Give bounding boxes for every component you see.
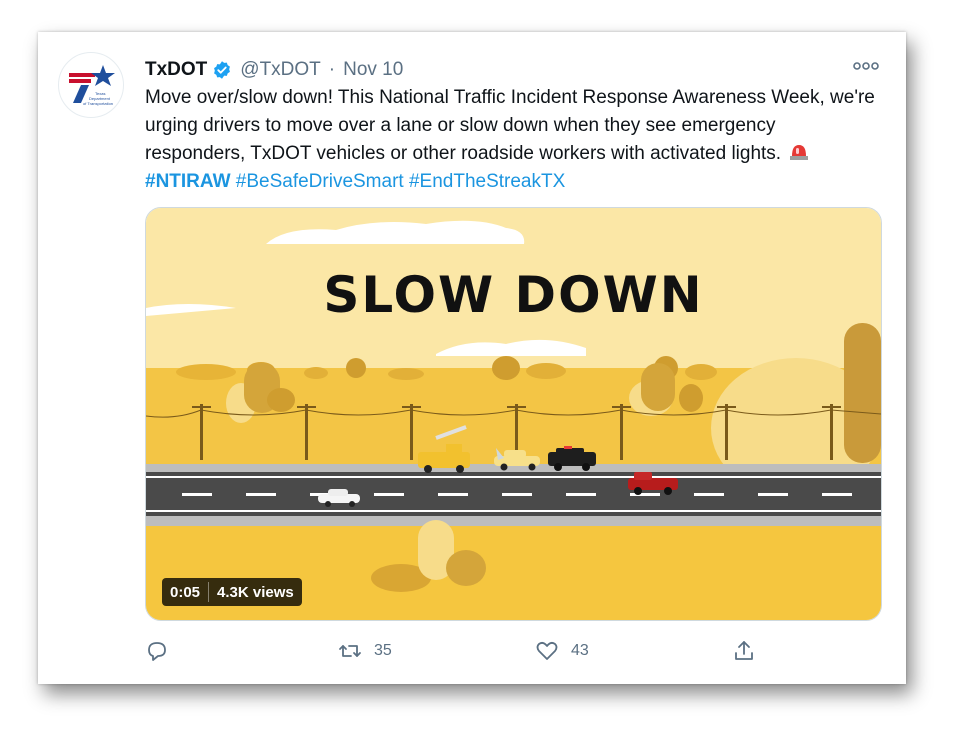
video-headline: SLOW DOWN xyxy=(323,266,704,324)
hashtag-besafedrivesmart[interactable]: #BeSafeDriveSmart xyxy=(236,171,404,192)
retweet-count: 35 xyxy=(374,642,392,659)
rotating-light-emoji-icon xyxy=(790,145,809,160)
tweet-date[interactable]: Nov 10 xyxy=(343,59,403,81)
reply-icon xyxy=(148,642,166,661)
author-name[interactable]: TxDOT xyxy=(145,59,207,81)
verified-badge-icon xyxy=(214,61,231,79)
retweet-button[interactable]: 35 xyxy=(338,636,392,666)
author-handle[interactable]: @TxDOT xyxy=(240,59,321,81)
hashtag-endthestreaktx[interactable]: #EndTheStreakTX xyxy=(409,171,565,192)
more-options-icon[interactable] xyxy=(852,58,880,74)
date-separator: · xyxy=(328,59,336,80)
like-button[interactable]: 43 xyxy=(535,636,589,666)
tweet-header: TxDOT @TxDOT · Nov 10 xyxy=(145,57,403,83)
tweet-body: Move over/slow down! This National Traff… xyxy=(145,87,875,164)
avatar-text-3: of Transportation xyxy=(83,101,113,106)
txdot-avatar[interactable]: Texas Department of Transportation xyxy=(58,52,124,118)
share-button[interactable] xyxy=(732,636,768,666)
video-views: 4.3K views xyxy=(217,583,294,601)
video-player[interactable]: SLOW DOWN 0:05 4.3K views xyxy=(145,207,882,621)
video-info-badge: 0:05 4.3K views xyxy=(162,578,302,606)
heart-icon xyxy=(536,641,558,660)
hashtag-ntiraw[interactable]: #NTIRAW xyxy=(145,171,231,192)
tweet-actions: 35 43 xyxy=(145,636,880,666)
tweet-text: Move over/slow down! This National Traff… xyxy=(145,84,880,196)
share-icon xyxy=(735,641,753,660)
video-duration: 0:05 xyxy=(170,583,201,601)
txdot-logo-icon: Texas Department of Transportation xyxy=(69,65,115,106)
like-count: 43 xyxy=(571,642,589,659)
retweet-icon xyxy=(339,645,361,657)
reply-button[interactable] xyxy=(145,636,181,666)
